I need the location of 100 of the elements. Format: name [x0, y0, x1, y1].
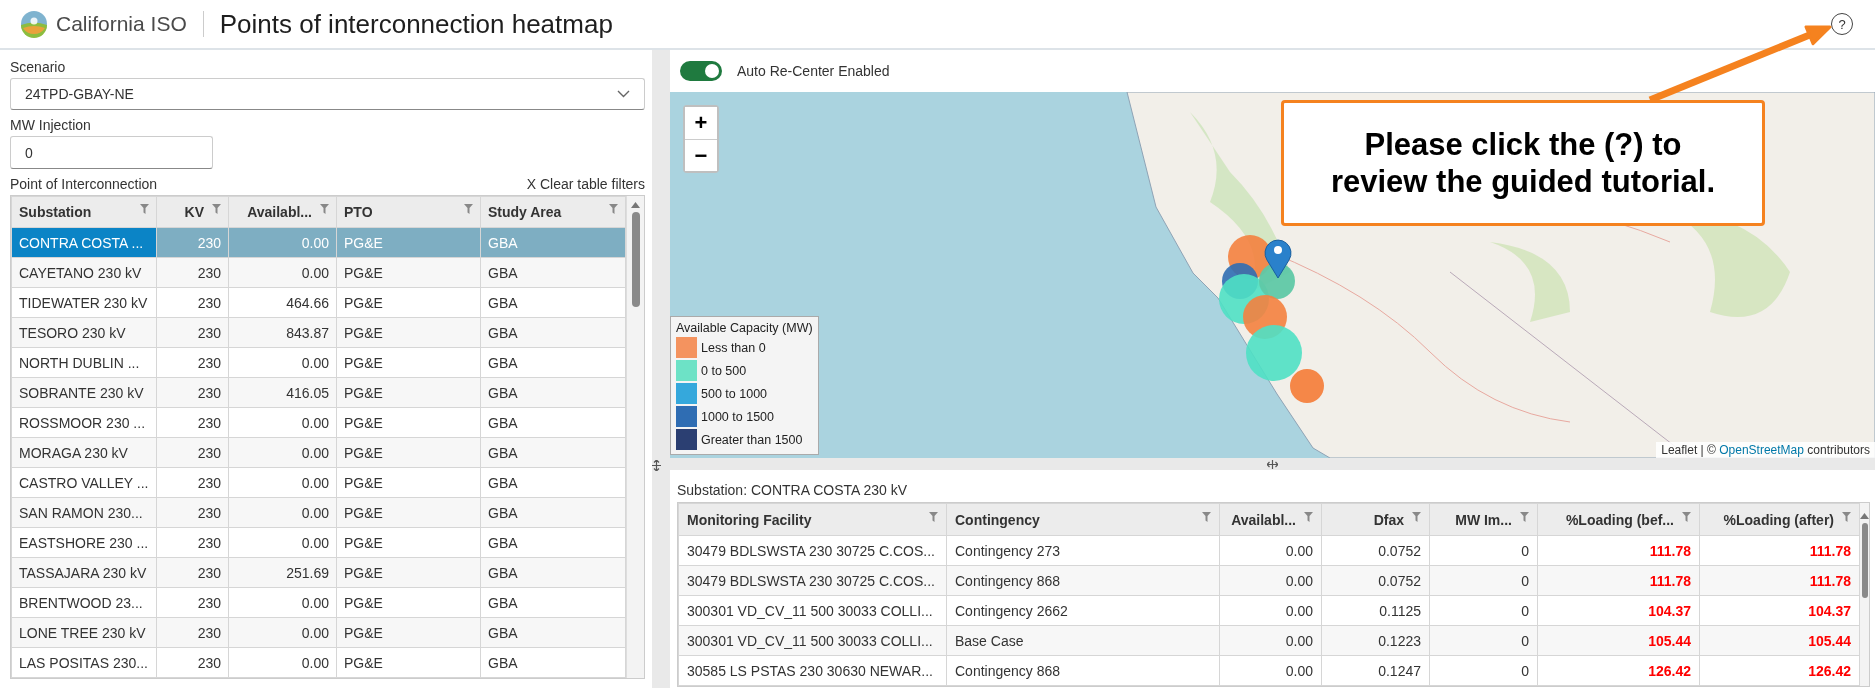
- table-cell: PG&E: [336, 287, 481, 318]
- openstreetmap-link[interactable]: OpenStreetMap: [1719, 443, 1804, 457]
- legend-label: Less than 0: [701, 340, 766, 355]
- table-cell: 230: [156, 587, 229, 618]
- filter-icon[interactable]: [1520, 511, 1529, 522]
- table-cell: 300301 VD_CV_11 500 30033 COLLI...: [678, 595, 947, 626]
- table-cell: 126.42: [1699, 655, 1860, 686]
- filter-icon[interactable]: [609, 204, 618, 214]
- map-attribution: Leaflet | © OpenStreetMap contributors: [1656, 442, 1875, 458]
- table-row[interactable]: TASSAJARA 230 kV 230 251.69 PG&E GBA: [11, 557, 626, 588]
- table-cell: PG&E: [336, 347, 481, 378]
- column-header[interactable]: Availabl...: [228, 196, 337, 228]
- table-cell: MORAGA 230 kV: [11, 437, 157, 468]
- table-row[interactable]: 30479 BDLSWSTA 230 30725 C.COS... Contingency 273 0.00 0.0752 0 111.78 111.78: [678, 535, 1860, 566]
- table-row[interactable]: NORTH DUBLIN ... 230 0.00 PG&E GBA: [11, 347, 626, 378]
- column-header[interactable]: Monitoring Facility: [678, 503, 947, 536]
- scroll-thumb[interactable]: [1861, 523, 1868, 598]
- zoom-out-button[interactable]: −: [685, 139, 717, 171]
- filter-icon[interactable]: [1682, 511, 1691, 522]
- table-cell: 111.78: [1537, 565, 1700, 596]
- column-header[interactable]: MW Im...: [1429, 503, 1538, 536]
- scroll-thumb[interactable]: [631, 212, 640, 307]
- table-row[interactable]: CAYETANO 230 kV 230 0.00 PG&E GBA: [11, 257, 626, 288]
- table-cell: GBA: [480, 377, 626, 408]
- table-row[interactable]: 300301 VD_CV_11 500 30033 COLLI... Contingency 2662 0.00 0.1125 0 104.37 104.37: [678, 595, 1860, 626]
- table-row[interactable]: 300301 VD_CV_11 500 30033 COLLI... Base Case 0.00 0.1223 0 105.44 105.44: [678, 625, 1860, 656]
- table-cell: GBA: [480, 527, 626, 558]
- table-cell: PG&E: [336, 407, 481, 438]
- column-header[interactable]: KV: [156, 196, 229, 228]
- scrollbar[interactable]: [626, 196, 644, 678]
- table-cell: Base Case: [946, 625, 1220, 656]
- filter-icon[interactable]: [1412, 511, 1421, 522]
- table-row[interactable]: SOBRANTE 230 kV 230 416.05 PG&E GBA: [11, 377, 626, 408]
- table-cell: 0.00: [1219, 595, 1322, 626]
- clear-filters-link[interactable]: X Clear table filters: [526, 173, 645, 195]
- scrollbar[interactable]: [1860, 503, 1869, 686]
- table-cell: ROSSMOOR 230 ...: [11, 407, 157, 438]
- help-button[interactable]: ?: [1831, 13, 1853, 35]
- column-header[interactable]: Availabl...: [1219, 503, 1322, 536]
- table-row[interactable]: BRENTWOOD 23... 230 0.00 PG&E GBA: [11, 587, 626, 618]
- chevron-down-icon: [617, 90, 630, 98]
- table-row[interactable]: CASTRO VALLEY ... 230 0.00 PG&E GBA: [11, 467, 626, 498]
- column-header[interactable]: %Loading (after): [1699, 503, 1860, 536]
- column-header[interactable]: %Loading (bef...: [1537, 503, 1700, 536]
- table-cell: 0.00: [228, 497, 337, 528]
- table-cell: 126.42: [1537, 655, 1700, 686]
- filter-icon[interactable]: [1842, 511, 1851, 522]
- filter-icon[interactable]: [320, 204, 329, 214]
- table-cell: 0.00: [228, 647, 337, 678]
- scroll-up-icon[interactable]: [631, 202, 640, 208]
- table-cell: 230: [156, 557, 229, 588]
- column-header[interactable]: Contingency: [946, 503, 1220, 536]
- table-cell: 230: [156, 527, 229, 558]
- table-cell: 0.00: [228, 437, 337, 468]
- filter-icon[interactable]: [212, 204, 221, 214]
- table-cell: PG&E: [336, 647, 481, 678]
- table-cell: 0: [1429, 535, 1538, 566]
- column-header[interactable]: Study Area: [480, 196, 626, 228]
- table-row[interactable]: SAN RAMON 230... 230 0.00 PG&E GBA: [11, 497, 626, 528]
- table-row[interactable]: 30585 LS PSTAS 230 30630 NEWAR... Contingency 868 0.00 0.1247 0 126.42 126.42: [678, 655, 1860, 686]
- table-cell: PG&E: [336, 557, 481, 588]
- table-row[interactable]: TESORO 230 kV 230 843.87 PG&E GBA: [11, 317, 626, 348]
- table-cell: 230: [156, 647, 229, 678]
- filter-icon[interactable]: [140, 204, 149, 214]
- column-header[interactable]: PTO: [336, 196, 481, 228]
- filter-icon[interactable]: [1304, 511, 1313, 522]
- filter-icon[interactable]: [464, 204, 473, 214]
- table-cell: GBA: [480, 647, 626, 678]
- table-cell: LONE TREE 230 kV: [11, 617, 157, 648]
- table-cell: GBA: [480, 617, 626, 648]
- filter-icon[interactable]: [929, 511, 938, 522]
- column-header[interactable]: Substation: [11, 196, 157, 228]
- table-cell: 0.00: [228, 227, 337, 258]
- column-header[interactable]: Dfax: [1321, 503, 1430, 536]
- table-row[interactable]: LAS POSITAS 230... 230 0.00 PG&E GBA: [11, 647, 626, 678]
- toggle-switch[interactable]: [680, 61, 722, 81]
- scroll-up-icon[interactable]: [1860, 513, 1869, 519]
- table-cell: 230: [156, 287, 229, 318]
- table-cell: 230: [156, 317, 229, 348]
- table-row[interactable]: TIDEWATER 230 kV 230 464.66 PG&E GBA: [11, 287, 626, 318]
- table-cell: 0.0752: [1321, 535, 1430, 566]
- resize-handle-icon[interactable]: [1267, 459, 1278, 469]
- table-row[interactable]: CONTRA COSTA ... 230 0.00 PG&E GBA: [11, 227, 626, 258]
- table-cell: 0: [1429, 625, 1538, 656]
- scenario-dropdown[interactable]: 24TPD-GBAY-NE: [10, 78, 645, 110]
- table-cell: PG&E: [336, 467, 481, 498]
- table-cell: GBA: [480, 557, 626, 588]
- filter-icon[interactable]: [1202, 511, 1211, 522]
- table-cell: 104.37: [1537, 595, 1700, 626]
- table-cell: 230: [156, 227, 229, 258]
- table-row[interactable]: ROSSMOOR 230 ... 230 0.00 PG&E GBA: [11, 407, 626, 438]
- field-label: Scenario: [10, 58, 67, 77]
- table-cell: CAYETANO 230 kV: [11, 257, 157, 288]
- table-cell: NORTH DUBLIN ...: [11, 347, 157, 378]
- mw-injection-field[interactable]: 0: [10, 136, 213, 169]
- table-row[interactable]: 30479 BDLSWSTA 230 30725 C.COS... Contingency 868 0.00 0.0752 0 111.78 111.78: [678, 565, 1860, 596]
- table-row[interactable]: MORAGA 230 kV 230 0.00 PG&E GBA: [11, 437, 626, 468]
- resize-handle-icon[interactable]: [652, 460, 661, 471]
- table-row[interactable]: EASTSHORE 230 ... 230 0.00 PG&E GBA: [11, 527, 626, 558]
- table-row[interactable]: LONE TREE 230 kV 230 0.00 PG&E GBA: [11, 617, 626, 648]
